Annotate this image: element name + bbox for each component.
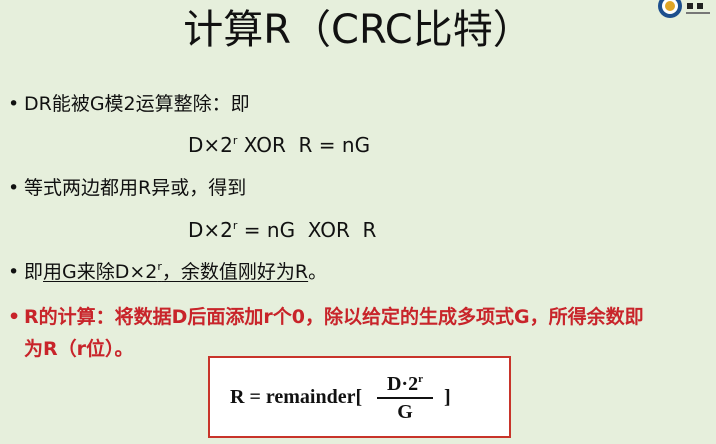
bullet-text: 等式两边都用R异或，得到 — [24, 177, 247, 199]
formula-fraction: D·2r G — [373, 372, 437, 424]
equation-1: D×2r XOR R = nG — [188, 133, 371, 157]
bullet-dot: • — [8, 261, 20, 283]
underlined-text: 用G来除D×2r，余数值刚好为R — [43, 260, 309, 283]
bullet-text-line1: R的计算：将数据D后面添加r个0，除以给定的生成多项式G，所得余数即 — [24, 306, 644, 328]
bullet-item-1: • DR能被G模2运算整除：即 — [8, 91, 250, 117]
formula-close-bracket: ] — [444, 386, 451, 408]
formula-lhs: R = remainder[ — [230, 386, 363, 408]
bullet-text: DR能被G模2运算整除：即 — [24, 93, 250, 115]
bullet-item-2: • 等式两边都用R异或，得到 — [8, 175, 246, 201]
bullet-item-4-cont: 为R（r位）。 — [24, 336, 134, 362]
bullet-text-line2: 为R（r位）。 — [24, 338, 134, 360]
bullet-dot: • — [8, 93, 20, 115]
slide-title: 计算R（CRC比特） — [183, 7, 533, 53]
fraction-denominator: G — [397, 401, 413, 423]
fraction-bar — [377, 397, 433, 399]
formula-box: R = remainder[ D·2r G ] — [208, 356, 511, 438]
fraction-numerator: D·2r — [386, 373, 423, 395]
bullet-dot: • — [8, 177, 20, 199]
bullet-item-3: • 即用G来除D×2r，余数值刚好为R。 — [8, 260, 328, 283]
equation-2: D×2r = nG XOR R — [188, 218, 377, 242]
bullet-item-4: • R的计算：将数据D后面添加r个0，除以给定的生成多项式G，所得余数即 — [8, 304, 644, 330]
bullet-dot: • — [8, 306, 21, 328]
university-seal-icon — [656, 0, 716, 22]
